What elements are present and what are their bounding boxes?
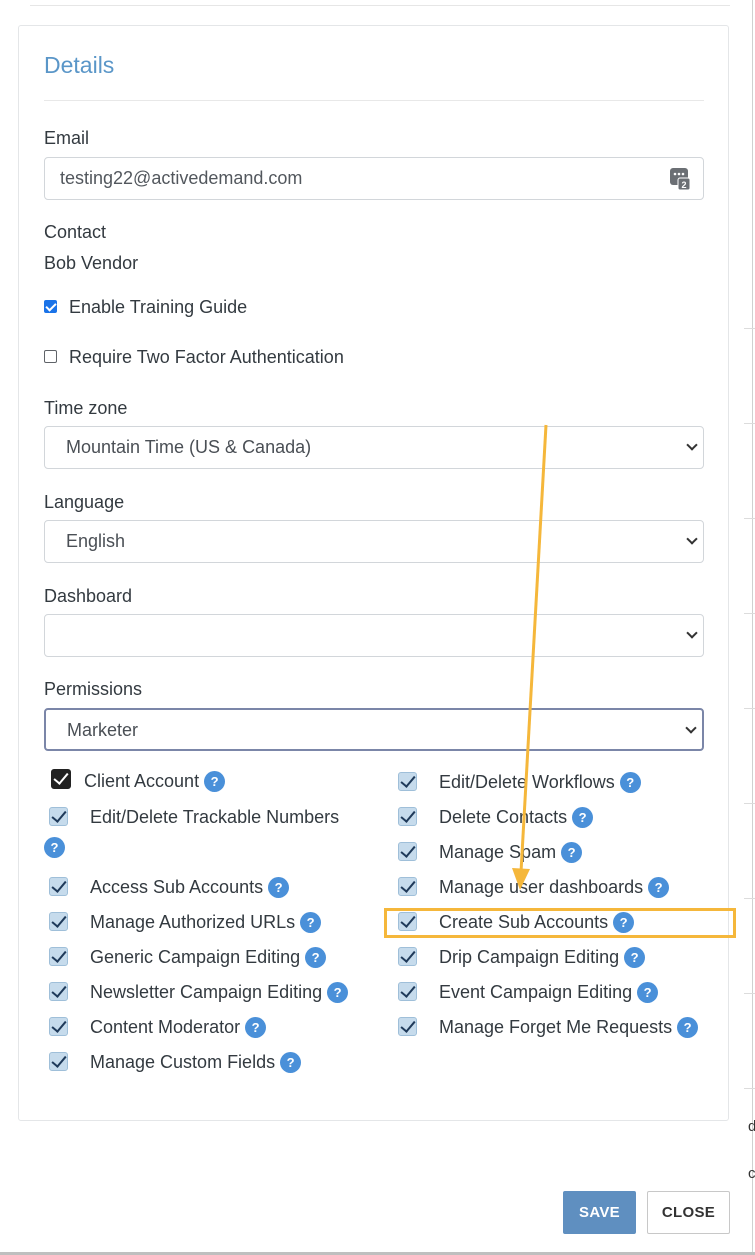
help-icon[interactable]: ? (204, 770, 226, 792)
help-icon[interactable]: ? (637, 981, 659, 1003)
help-icon[interactable]: ? (268, 876, 290, 898)
timezone-label: Time zone (44, 398, 128, 418)
contact-value: Bob Vendor (44, 253, 139, 273)
background-row-line (744, 803, 755, 804)
help-icon[interactable]: ? (572, 806, 594, 828)
background-row-line (744, 328, 755, 329)
background-text-fragment: d (748, 1118, 755, 1135)
permissions-select[interactable]: Marketer (44, 708, 704, 751)
help-icon[interactable]: ? (44, 837, 65, 858)
permission-checkbox[interactable] (49, 912, 68, 931)
two-factor-label: Require Two Factor Authentication (69, 347, 344, 367)
chevron-down-icon (686, 533, 698, 545)
permission-checkbox[interactable] (398, 772, 417, 791)
language-select[interactable]: English (44, 520, 704, 563)
help-icon[interactable]: ? (648, 876, 670, 898)
background-row-line (744, 613, 755, 614)
permission-checkbox[interactable] (49, 947, 68, 966)
email-label: Email (44, 128, 90, 148)
language-value: English (66, 531, 126, 551)
annotation-highlight-box (384, 908, 736, 938)
permission-checkbox[interactable] (49, 877, 68, 896)
help-icon[interactable]: ? (561, 841, 583, 863)
permission-checkbox[interactable] (49, 1052, 68, 1071)
help-icon[interactable]: ? (305, 946, 327, 968)
title-divider (44, 100, 704, 101)
help-icon[interactable]: ? (677, 1016, 699, 1038)
background-row-line (744, 518, 755, 519)
permission-checkbox[interactable] (49, 982, 68, 1001)
training-guide-checkbox[interactable] (44, 300, 57, 313)
card-title: Details (44, 52, 115, 78)
top-divider (30, 5, 730, 6)
close-button[interactable]: CLOSE (647, 1191, 730, 1234)
help-icon[interactable]: ? (300, 911, 322, 933)
permission-label: Client Account? (84, 769, 226, 793)
help-icon[interactable]: ? (280, 1051, 302, 1073)
help-icon[interactable]: ? (624, 946, 646, 968)
permission-label: Manage Custom Fields? (90, 1050, 302, 1074)
training-guide-label: Enable Training Guide (69, 297, 248, 317)
timezone-value: Mountain Time (US & Canada) (66, 437, 312, 457)
permission-checkbox[interactable] (49, 807, 68, 826)
timezone-select[interactable]: Mountain Time (US & Canada) (44, 426, 704, 469)
permission-checkbox[interactable] (49, 1017, 68, 1036)
help-icon[interactable]: ? (619, 771, 641, 793)
permission-label: Event Campaign Editing? (439, 980, 659, 1004)
permission-label: Generic Campaign Editing? (90, 945, 327, 969)
permission-checkbox[interactable] (51, 769, 71, 789)
background-row-line (744, 708, 755, 709)
background-text-fragment: c (748, 1165, 755, 1182)
background-row-line (744, 993, 755, 994)
contact-label: Contact (44, 222, 107, 242)
chevron-down-icon (686, 439, 698, 451)
permission-label: Access Sub Accounts? (90, 875, 290, 899)
permission-label: Edit/Delete Trackable Numbers (90, 807, 340, 827)
chevron-down-icon (686, 627, 698, 639)
permission-checkbox[interactable] (398, 807, 417, 826)
permission-checkbox[interactable] (398, 947, 417, 966)
permission-label: Manage Authorized URLs? (90, 910, 322, 934)
email-field[interactable]: testing22@activedemand.com 2 (44, 157, 704, 200)
permission-label: Drip Campaign Editing? (439, 945, 646, 969)
permission-label: Manage user dashboards? (439, 875, 670, 899)
chevron-down-icon (685, 722, 697, 734)
permission-checkbox[interactable] (398, 842, 417, 861)
save-button[interactable]: SAVE (563, 1191, 636, 1234)
background-row-line (744, 898, 755, 899)
page-right-edge (752, 0, 753, 1255)
email-value: testing22@activedemand.com (60, 168, 303, 188)
permissions-label: Permissions (44, 679, 143, 699)
permission-label: Manage Forget Me Requests? (439, 1015, 699, 1039)
permission-label: Newsletter Campaign Editing? (90, 980, 349, 1004)
permission-checkbox[interactable] (398, 982, 417, 1001)
permission-checkbox[interactable] (398, 1017, 417, 1036)
permission-label: Delete Contacts? (439, 805, 594, 829)
dashboard-select[interactable] (44, 614, 704, 657)
permissions-value: Marketer (67, 720, 139, 740)
background-row-line (744, 423, 755, 424)
permission-checkbox[interactable] (398, 877, 417, 896)
help-icon[interactable]: ? (245, 1016, 267, 1038)
permission-label: Edit/Delete Workflows? (439, 770, 641, 794)
language-label: Language (44, 492, 125, 512)
two-factor-checkbox[interactable] (44, 350, 57, 363)
background-row-line (744, 1088, 755, 1089)
permission-label: Content Moderator? (90, 1015, 267, 1039)
svg-text:2: 2 (681, 180, 686, 190)
dashboard-label: Dashboard (44, 586, 133, 606)
password-manager-icon[interactable]: 2 (670, 168, 690, 190)
permission-label: Manage Spam? (439, 840, 583, 864)
help-icon[interactable]: ? (327, 981, 349, 1003)
